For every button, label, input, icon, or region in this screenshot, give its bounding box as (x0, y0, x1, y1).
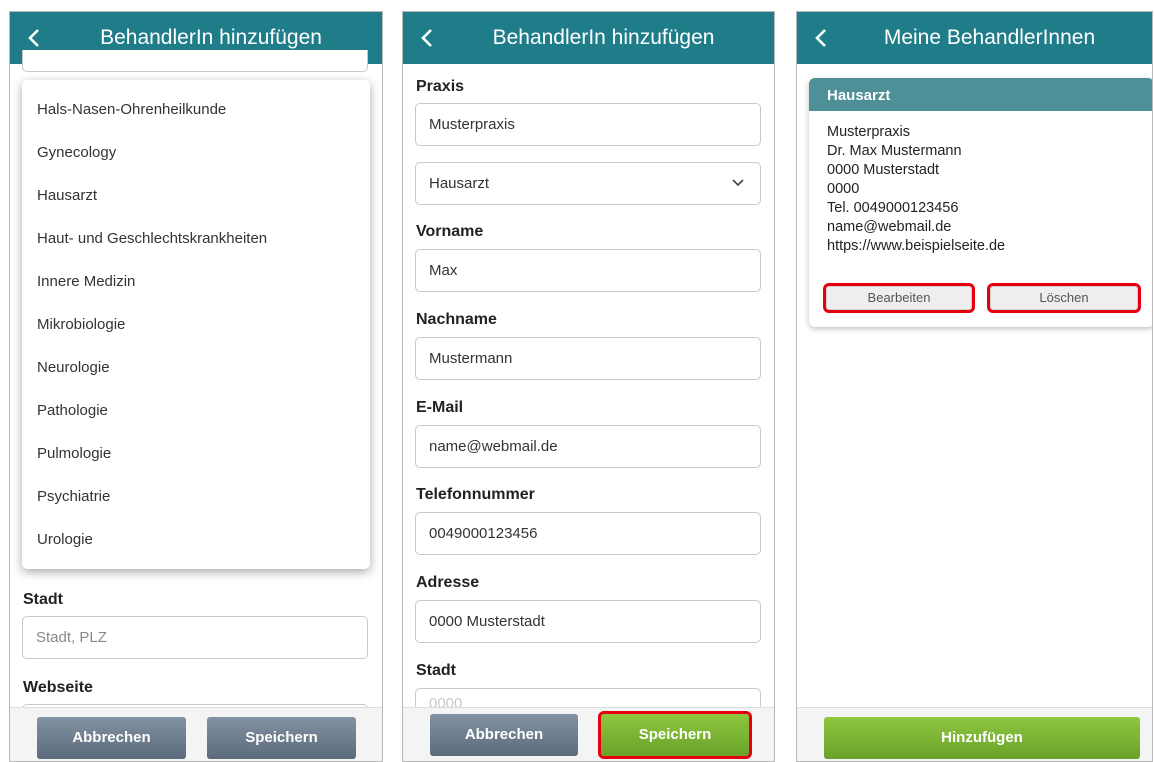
screen-my-practitioners: Meine BehandlerInnen Hausarzt Musterprax… (796, 11, 1153, 762)
card-phone: Tel. 0049000123456 (827, 200, 959, 216)
dropdown-option[interactable]: Haut- und Geschlechtskrankheiten (37, 230, 267, 247)
dropdown-option[interactable]: Urologie (37, 531, 93, 548)
dropdown-option[interactable]: Pulmologie (37, 445, 111, 462)
back-button[interactable] (415, 24, 441, 52)
cancel-button[interactable]: Abbrechen (37, 717, 186, 759)
telefon-label: Telefonnummer (416, 486, 535, 503)
email-label: E-Mail (416, 399, 464, 416)
chevron-down-icon (732, 179, 744, 187)
back-button[interactable] (809, 24, 835, 52)
back-button[interactable] (22, 24, 48, 52)
card-address: 0000 Musterstadt (827, 162, 940, 178)
telefon-input[interactable]: 0049000123456 (415, 512, 761, 555)
dropdown-option[interactable]: Innere Medizin (37, 273, 135, 290)
dropdown-option[interactable]: Hausarzt (37, 187, 97, 204)
add-button[interactable]: Hinzufügen (824, 717, 1140, 759)
bottom-action-bar: Hinzufügen (797, 707, 1152, 761)
stadt-label: Stadt (23, 591, 63, 608)
bottom-action-bar: Abbrechen Speichern (403, 707, 774, 761)
adresse-label: Adresse (416, 574, 480, 591)
card-practice: Musterpraxis (827, 124, 910, 140)
save-button[interactable]: Speichern (598, 711, 752, 759)
specialty-select[interactable] (22, 50, 368, 72)
dropdown-option[interactable]: Mikrobiologie (37, 316, 125, 333)
dropdown-option[interactable]: Psychiatrie (37, 488, 110, 505)
chevron-left-icon (815, 29, 826, 47)
praxis-label: Praxis (416, 78, 465, 95)
vorname-label: Vorname (416, 223, 484, 240)
dropdown-option[interactable]: Neurologie (37, 359, 110, 376)
practitioner-card: Hausarzt Musterpraxis Dr. Max Mustermann… (809, 78, 1152, 327)
delete-button[interactable]: Löschen (987, 283, 1141, 313)
stadt-label: Stadt (416, 662, 456, 679)
specialty-select[interactable]: Hausarzt (415, 162, 761, 205)
card-city: 0000 (827, 181, 860, 197)
praxis-input[interactable]: Musterpraxis (415, 103, 761, 146)
edit-button[interactable]: Bearbeiten (823, 283, 975, 313)
specialty-dropdown-list: Hals-Nasen-Ohrenheilkunde Gynecology Hau… (22, 80, 370, 569)
app-bar: BehandlerIn hinzufügen (403, 12, 774, 64)
card-email: name@webmail.de (827, 219, 952, 235)
card-name: Dr. Max Mustermann (827, 143, 962, 159)
dropdown-option[interactable]: Pathologie (37, 402, 108, 419)
dropdown-option[interactable]: Hals-Nasen-Ohrenheilkunde (37, 101, 226, 118)
specialty-select-value: Hausarzt (429, 175, 490, 192)
webseite-label: Webseite (23, 679, 93, 696)
nachname-label: Nachname (416, 311, 497, 328)
screen-add-practitioner-form: BehandlerIn hinzufügen Praxis Musterprax… (402, 11, 775, 762)
app-bar: Meine BehandlerInnen (797, 12, 1152, 64)
bottom-action-bar: Abbrechen Speichern (10, 707, 382, 761)
save-button[interactable]: Speichern (207, 717, 356, 759)
screen-add-practitioner-dropdown: BehandlerIn hinzufügen Stadt Stadt, PLZ … (9, 11, 383, 762)
chevron-left-icon (28, 29, 39, 47)
page-title: BehandlerIn hinzufügen (492, 26, 715, 49)
stadt-input[interactable]: Stadt, PLZ (22, 616, 368, 659)
card-heading: Hausarzt (809, 78, 1152, 111)
dropdown-option[interactable]: Gynecology (37, 144, 116, 161)
email-input[interactable]: name@webmail.de (415, 425, 761, 468)
card-website: https://www.beispielseite.de (827, 238, 1006, 254)
page-title: Meine BehandlerInnen (883, 26, 1096, 49)
cancel-button[interactable]: Abbrechen (430, 714, 578, 756)
nachname-input[interactable]: Mustermann (415, 337, 761, 380)
chevron-left-icon (421, 29, 432, 47)
vorname-input[interactable]: Max (415, 249, 761, 292)
adresse-input[interactable]: 0000 Musterstadt (415, 600, 761, 643)
